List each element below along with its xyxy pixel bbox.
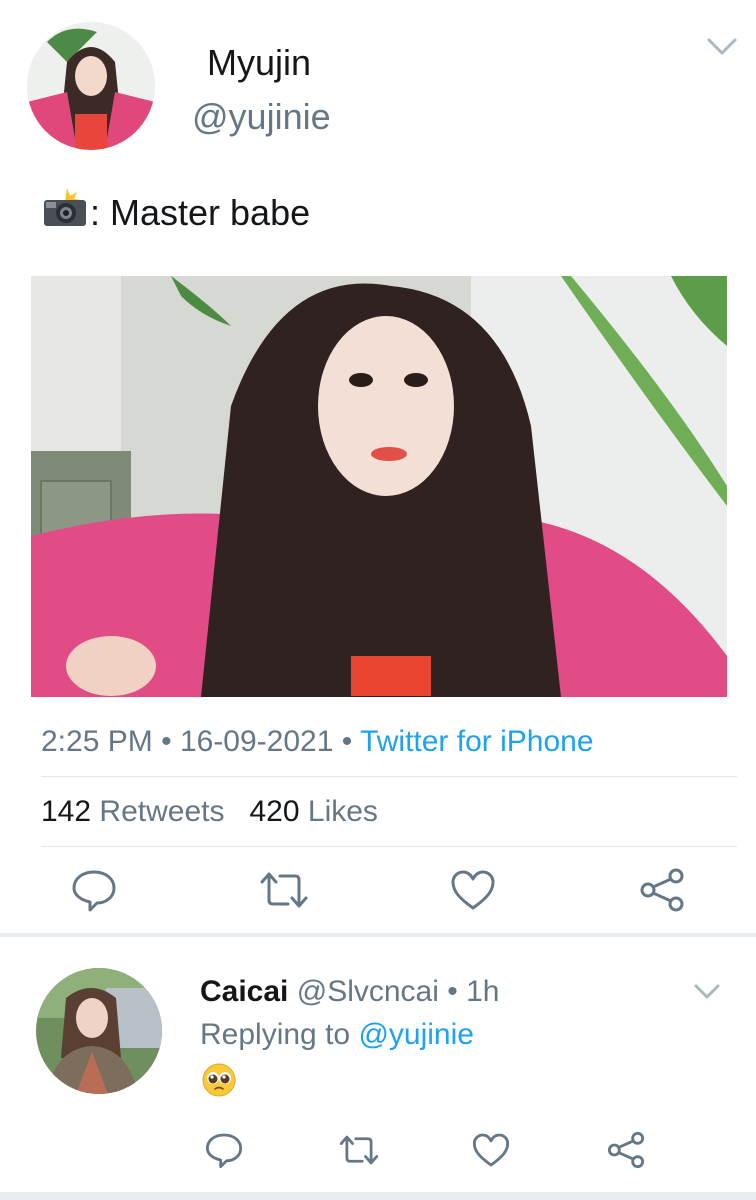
- chevron-down-icon[interactable]: [706, 36, 738, 63]
- bottom-divider: [0, 1192, 756, 1200]
- tweet-date: 16-09-2021: [179, 725, 334, 758]
- tweet-source-link[interactable]: Twitter for iPhone: [360, 725, 593, 758]
- tweet-meta: 2:25 PM • 16-09-2021 • Twitter for iPhon…: [41, 725, 594, 759]
- retweet-icon[interactable]: [258, 866, 308, 914]
- retweets-stat[interactable]: 142 Retweets: [41, 795, 233, 828]
- reply-author-name[interactable]: Caicai: [200, 975, 288, 1008]
- reply-meta-separator: •: [447, 975, 458, 1008]
- replying-to-label: Replying to: [200, 1018, 351, 1051]
- retweets-label: Retweets: [99, 795, 225, 828]
- divider: [41, 776, 737, 777]
- reply-time: 1h: [466, 975, 500, 1008]
- section-divider: [0, 933, 756, 937]
- reply-author-avatar[interactable]: [36, 968, 162, 1094]
- divider: [41, 846, 737, 847]
- pleading-face-emoji-icon: [202, 1063, 236, 1097]
- retweets-count: 142: [41, 795, 92, 828]
- tweet-text-content: : Master babe: [90, 191, 311, 233]
- likes-count: 420: [249, 795, 300, 828]
- author-avatar[interactable]: [27, 22, 155, 150]
- replying-to: Replying to @yujinie: [200, 1018, 474, 1052]
- tweet-text: : Master babe: [42, 188, 310, 237]
- share-icon[interactable]: [638, 866, 686, 914]
- likes-label: Likes: [307, 795, 378, 828]
- replying-to-handle[interactable]: @yujinie: [358, 1018, 474, 1051]
- tweet-time: 2:25 PM: [41, 725, 153, 758]
- reply-header: Caicai @Slvcncai • 1h: [200, 975, 499, 1009]
- tweet-photo[interactable]: [31, 276, 727, 697]
- camera-flash-icon: [42, 188, 90, 237]
- like-heart-icon[interactable]: [449, 866, 497, 914]
- meta-separator: •: [341, 725, 353, 758]
- tweet-stats: 142 Retweets 420 Likes: [41, 795, 378, 829]
- reply-retweet-icon[interactable]: [338, 1130, 379, 1170]
- reply-chevron-down-icon[interactable]: [693, 982, 721, 1007]
- reply-reply-icon[interactable]: [204, 1130, 244, 1170]
- reply-icon[interactable]: [70, 866, 118, 914]
- author-name[interactable]: Myujin: [207, 42, 311, 84]
- meta-separator: •: [161, 725, 172, 758]
- likes-stat[interactable]: 420 Likes: [249, 795, 377, 828]
- reply-share-icon[interactable]: [606, 1130, 646, 1170]
- reply-author-handle[interactable]: @Slvcncai: [297, 975, 439, 1008]
- author-handle[interactable]: @yujinie: [192, 96, 331, 138]
- reply-like-heart-icon[interactable]: [471, 1130, 511, 1170]
